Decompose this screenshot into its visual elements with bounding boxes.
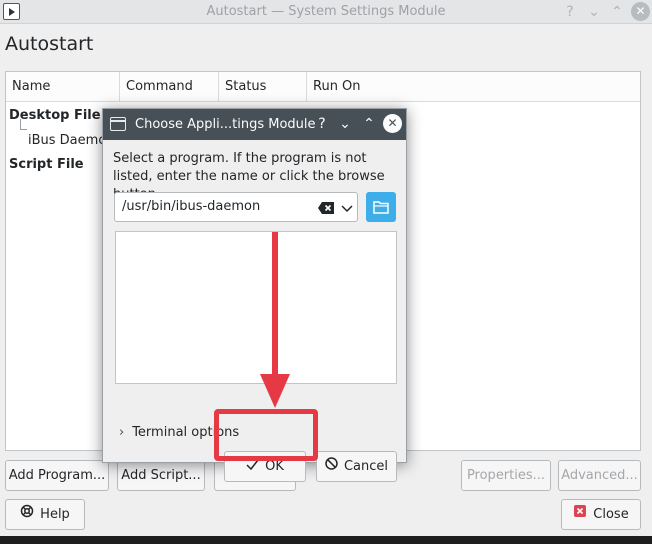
program-path-value: /usr/bin/ibus-daemon [122,199,261,214]
ok-highlight-box [214,409,318,461]
tree-connector [20,119,27,130]
dialog-maximize-icon[interactable]: ⌃ [360,115,378,133]
help-button[interactable]: Help [5,499,85,530]
cancel-button[interactable]: Cancel [316,451,397,482]
dialog-title: Choose Appli...tings Module [135,117,316,132]
properties-button[interactable]: Properties... [461,460,551,491]
chevron-down-icon[interactable] [341,202,353,214]
close-circle-icon [573,500,587,529]
help-icon[interactable]: ? [560,2,580,22]
dialog-titlebar[interactable]: Choose Appli...tings Module ? ⌄ ⌃ ✕ [103,109,406,140]
clear-text-icon[interactable] [318,202,334,214]
window-titlebar[interactable]: Autostart — System Settings Module ? ⌄ ⌃… [0,0,652,24]
red-arrow-annotation [260,232,290,408]
column-command[interactable]: Command [120,72,219,102]
window-icon[interactable] [110,117,126,131]
close-label: Close [593,507,629,522]
column-name[interactable]: Name [6,72,120,102]
chevron-right-icon: › [119,425,125,440]
close-button[interactable]: Close [561,499,641,530]
ok-label: OK [265,459,284,474]
page-title: Autostart [5,33,94,55]
dialog-close-icon[interactable]: ✕ [383,114,402,133]
add-script-button[interactable]: Add Script... [117,460,205,491]
cancel-icon [325,452,338,481]
background-strip [0,536,652,544]
program-path-input[interactable]: /usr/bin/ibus-daemon [114,192,358,222]
lifebuoy-icon [20,500,34,529]
close-icon[interactable]: ✕ [631,2,650,21]
window-title: Autostart — System Settings Module [206,4,446,19]
advanced-button[interactable]: Advanced... [558,460,641,491]
column-run-on[interactable]: Run On [307,72,642,102]
dialog-help-icon[interactable]: ? [313,115,331,133]
help-label: Help [40,507,70,522]
browse-button[interactable] [366,192,396,222]
group-script-file[interactable]: Script File [9,157,84,172]
add-program-button[interactable]: Add Program... [5,460,109,491]
list-header: Name Command Status Run On [6,72,640,102]
cancel-label: Cancel [343,459,389,474]
dialog-minimize-icon[interactable]: ⌄ [336,115,354,133]
minimize-icon[interactable]: ⌄ [584,2,604,22]
maximize-icon[interactable]: ⌃ [607,2,627,22]
column-status[interactable]: Status [219,72,307,102]
